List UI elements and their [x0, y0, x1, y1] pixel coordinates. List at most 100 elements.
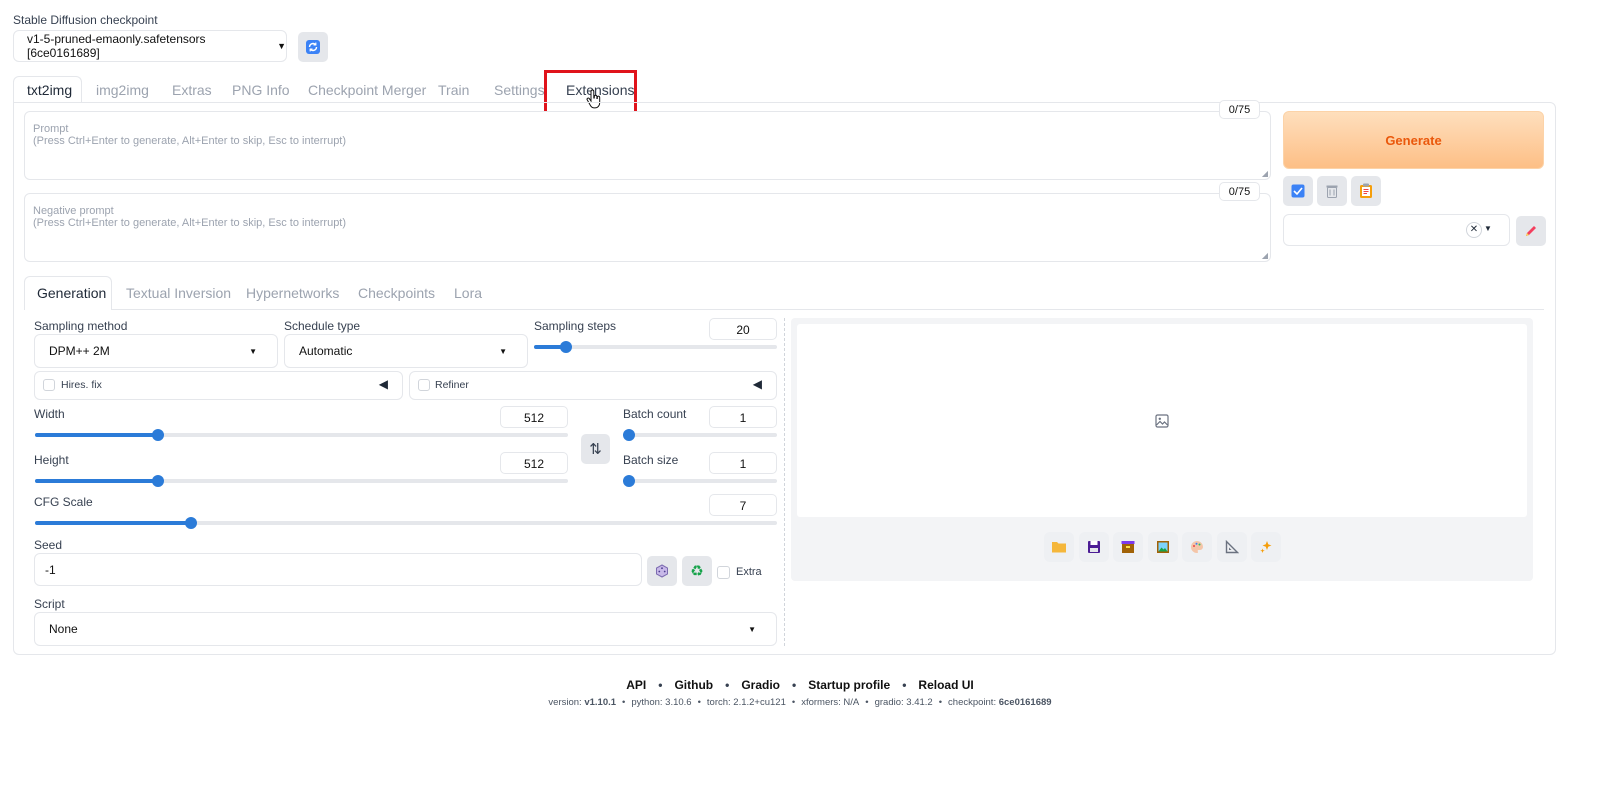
- edit-styles-button[interactable]: [1516, 216, 1546, 246]
- checkpoint-dropdown[interactable]: v1-5-pruned-emaonly.safetensors [6ce0161…: [13, 30, 287, 62]
- clear-prompt-button[interactable]: [1317, 176, 1347, 206]
- archive-box-icon: [1121, 541, 1135, 553]
- tab-extras[interactable]: Extras: [172, 82, 212, 98]
- cfg-scale-input[interactable]: 7: [709, 494, 777, 516]
- framed-picture-icon: [1156, 541, 1169, 553]
- resize-handle-icon[interactable]: ◢: [1262, 169, 1268, 178]
- prompt-input[interactable]: Prompt (Press Ctrl+Enter to generate, Al…: [24, 111, 1271, 180]
- batch-count-input[interactable]: 1: [709, 406, 777, 428]
- triangular-ruler-icon: [1225, 540, 1239, 554]
- refresh-icon: [306, 40, 320, 54]
- send-to-inpaint-button[interactable]: [1182, 532, 1212, 562]
- checkpoint-value: v1-5-pruned-emaonly.safetensors [6ce0161…: [27, 32, 206, 60]
- footer-link-api[interactable]: API: [626, 678, 646, 692]
- cfg-scale-slider[interactable]: [35, 517, 777, 529]
- negative-prompt-input[interactable]: Negative prompt (Press Ctrl+Enter to gen…: [24, 193, 1271, 262]
- collapse-arrow-icon[interactable]: ◀: [379, 377, 388, 391]
- image-placeholder-icon: [1155, 414, 1169, 428]
- footer-link-reload-ui[interactable]: Reload UI: [918, 678, 973, 692]
- cfg-scale-label: CFG Scale: [34, 495, 93, 509]
- sparkles-icon: [1260, 541, 1272, 553]
- tab-textual-inversion[interactable]: Textual Inversion: [126, 285, 231, 301]
- swap-arrows-icon: ⇅: [589, 441, 602, 458]
- footer-link-github[interactable]: Github: [674, 678, 713, 692]
- script-dropdown[interactable]: None ▼: [34, 612, 777, 646]
- hires-fix-checkbox[interactable]: [43, 379, 55, 391]
- footer-link-startup-profile[interactable]: Startup profile: [808, 678, 890, 692]
- schedule-type-label: Schedule type: [284, 319, 361, 333]
- negative-prompt-placeholder: Negative prompt: [33, 205, 114, 217]
- tab-img2img[interactable]: img2img: [96, 82, 149, 98]
- batch-size-label: Batch size: [623, 453, 679, 467]
- footer-links: API • Github • Gradio • Startup profile • Reload…: [626, 678, 974, 692]
- tab-settings[interactable]: Settings: [494, 82, 545, 98]
- reuse-seed-button[interactable]: ♻: [682, 556, 712, 586]
- footer-version-info: version: v1.10.1 • python: 3.10.6 • torch: 2…: [548, 697, 1052, 708]
- width-label: Width: [34, 407, 65, 421]
- height-slider[interactable]: [35, 475, 568, 487]
- python-version: python: 3.10.6: [631, 697, 692, 708]
- dice-icon: [656, 564, 668, 578]
- refresh-checkpoint-button[interactable]: [298, 32, 328, 62]
- clipboard-icon: [1360, 183, 1372, 198]
- width-input[interactable]: 512: [500, 406, 568, 428]
- upscale-button[interactable]: [1251, 532, 1281, 562]
- tab-lora[interactable]: Lora: [454, 285, 482, 301]
- collapse-arrow-icon[interactable]: ◀: [753, 377, 762, 391]
- refiner-accordion[interactable]: Refiner ◀: [409, 371, 777, 400]
- chevron-down-icon: ▼: [499, 347, 507, 356]
- paste-button[interactable]: [1351, 176, 1381, 206]
- tab-checkpoint-merger[interactable]: Checkpoint Merger: [308, 82, 426, 98]
- chevron-down-icon: ▼: [249, 347, 257, 356]
- tab-png-info[interactable]: PNG Info: [232, 82, 290, 98]
- sampling-steps-input[interactable]: 20: [709, 318, 777, 340]
- batch-size-input[interactable]: 1: [709, 452, 777, 474]
- sampling-method-dropdown[interactable]: DPM++ 2M ▼: [34, 334, 278, 368]
- zip-button[interactable]: [1113, 532, 1143, 562]
- open-folder-button[interactable]: [1044, 532, 1074, 562]
- save-button[interactable]: [1078, 532, 1109, 562]
- tab-train[interactable]: Train: [438, 82, 469, 98]
- clear-icon[interactable]: ✕: [1466, 222, 1482, 238]
- sampling-method-value: DPM++ 2M: [49, 344, 110, 358]
- batch-count-label: Batch count: [623, 407, 687, 421]
- output-gallery[interactable]: [797, 324, 1527, 517]
- hires-fix-accordion[interactable]: Hires. fix ◀: [34, 371, 403, 400]
- generate-button[interactable]: Generate: [1283, 111, 1544, 169]
- tab-txt2img[interactable]: txt2img: [27, 82, 72, 98]
- tab-generation[interactable]: Generation: [37, 285, 106, 301]
- schedule-type-dropdown[interactable]: Automatic ▼: [284, 334, 528, 368]
- resize-handle-icon[interactable]: ◢: [1262, 251, 1268, 260]
- apply-styles-button[interactable]: [1283, 176, 1313, 206]
- tab-hypernetworks[interactable]: Hypernetworks: [246, 285, 339, 301]
- batch-count-slider[interactable]: [623, 429, 777, 441]
- send-to-img2img-button[interactable]: [1147, 532, 1178, 562]
- width-slider[interactable]: [35, 429, 568, 441]
- xformers-version: xformers: N/A: [801, 697, 860, 708]
- footer-link-gradio[interactable]: Gradio: [741, 678, 780, 692]
- batch-size-slider[interactable]: [623, 475, 777, 487]
- negative-prompt-placeholder-hint: (Press Ctrl+Enter to generate, Alt+Enter…: [33, 217, 347, 229]
- refiner-checkbox[interactable]: [418, 379, 430, 391]
- seed-label: Seed: [34, 538, 63, 552]
- checkpoint-prefix: checkpoint:: [948, 697, 997, 708]
- send-to-extras-button[interactable]: [1216, 532, 1247, 562]
- tab-checkpoints[interactable]: Checkpoints: [358, 285, 435, 301]
- prompt-placeholder: Prompt: [33, 123, 69, 135]
- height-input[interactable]: 512: [500, 452, 568, 474]
- palette-icon: [1191, 541, 1203, 553]
- swap-dimensions-button[interactable]: ⇅: [581, 434, 610, 464]
- chevron-down-icon: ▼: [277, 41, 286, 51]
- styles-dropdown[interactable]: ✕ ▼: [1283, 214, 1510, 246]
- sampling-steps-slider[interactable]: [534, 341, 777, 353]
- seed-input[interactable]: -1: [34, 553, 642, 586]
- chevron-down-icon: ▼: [748, 625, 756, 634]
- schedule-type-value: Automatic: [299, 344, 353, 358]
- extra-seed-checkbox[interactable]: [717, 566, 730, 579]
- recycle-icon: ♻: [690, 563, 704, 580]
- random-seed-button[interactable]: [647, 556, 677, 586]
- script-value: None: [49, 622, 78, 636]
- sampling-method-label: Sampling method: [34, 319, 128, 333]
- chevron-down-icon: ▼: [1484, 224, 1492, 233]
- torch-version: torch: 2.1.2+cu121: [706, 697, 786, 708]
